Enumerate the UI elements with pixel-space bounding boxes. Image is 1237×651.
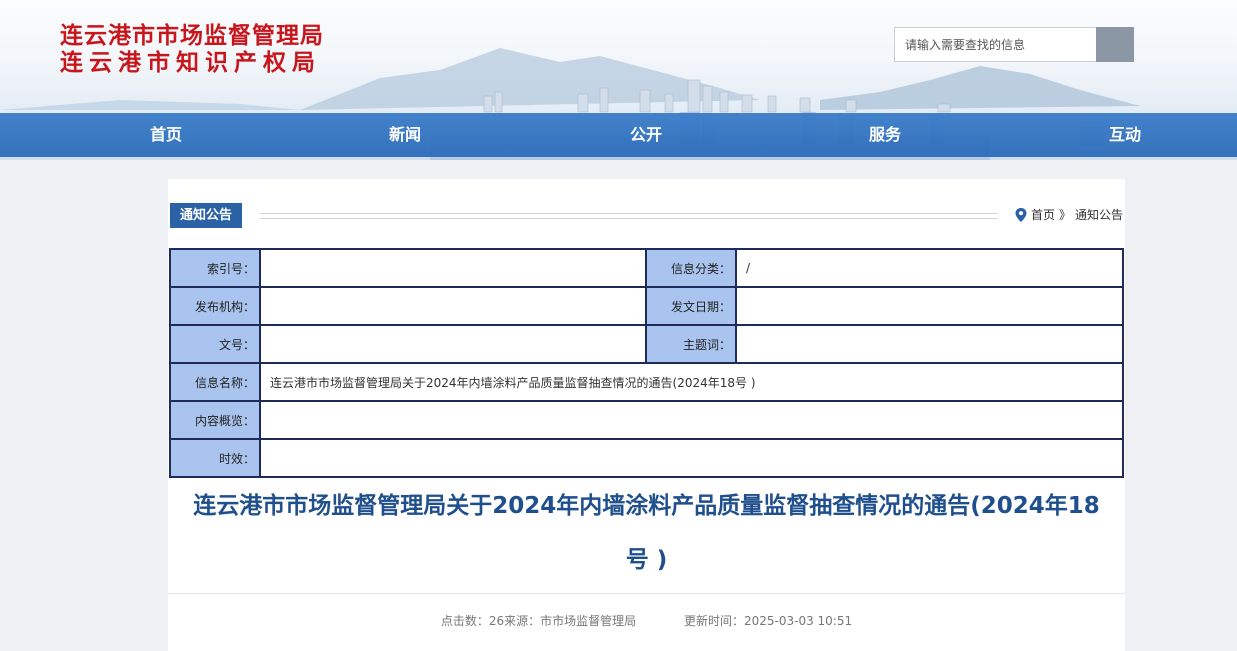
click-count: 点击数：26 <box>440 614 505 628</box>
search-input[interactable] <box>894 27 1096 62</box>
index-label: 索引号： <box>171 250 259 286</box>
article-source: 来源：市市场监督管理局 <box>504 614 637 628</box>
breadcrumb-current[interactable]: 通知公告 <box>1075 206 1123 223</box>
docno-value <box>261 326 645 362</box>
publisher-value <box>261 288 645 324</box>
info-metadata-table: 索引号： 信息分类： / 发布机构： 发文日期： 文号： 主题词： 信息名称： … <box>169 248 1124 478</box>
search-box <box>894 27 1134 62</box>
date-value <box>737 288 1122 324</box>
breadcrumb-separator: 》 <box>1058 208 1071 222</box>
nav-item-service[interactable]: 服务 <box>825 113 945 157</box>
index-value <box>261 250 645 286</box>
search-button[interactable] <box>1096 27 1134 62</box>
publisher-label: 发布机构： <box>171 288 259 324</box>
nav-item-open[interactable]: 公开 <box>586 113 706 157</box>
subject-value <box>737 326 1122 362</box>
category-label: 信息分类： <box>647 250 735 286</box>
site-title-line2: 连云港市知识产权局 <box>60 49 321 76</box>
article-title: 连云港市市场监督管理局关于2024年内墙涂料产品质量监督抽查情况的通告(2024… <box>182 488 1111 578</box>
title-divider <box>168 593 1125 594</box>
category-value: / <box>737 250 1122 286</box>
summary-value <box>261 402 1122 438</box>
date-label: 发文日期： <box>647 288 735 324</box>
update-time: 更新时间：2025-03-03 10:51 <box>683 614 853 628</box>
subject-label: 主题词： <box>647 326 735 362</box>
main-nav: 首页 新闻 公开 服务 互动 <box>0 113 1237 157</box>
info-name-label: 信息名称： <box>171 364 259 400</box>
column-heading: 通知公告 <box>170 203 243 228</box>
breadcrumb: 首页 》 通知公告 <box>1015 206 1123 223</box>
nav-item-news[interactable]: 新闻 <box>345 113 465 157</box>
column-divider <box>260 213 998 219</box>
nav-item-interaction[interactable]: 互动 <box>1065 113 1185 157</box>
validity-label: 时效： <box>171 440 259 476</box>
breadcrumb-home[interactable]: 首页 <box>1031 206 1055 223</box>
header-banner: 连云港市市场监督管理局 连云港市知识产权局 首页 新闻 公开 服务 互动 <box>0 0 1237 160</box>
info-name-value: 连云港市市场监督管理局关于2024年内墙涂料产品质量监督抽查情况的通告(2024… <box>261 364 1122 400</box>
article-title-line1: 连云港市市场监督管理局关于2024年内墙涂料产品质量监督抽查情况的通告(2024… <box>193 493 1100 519</box>
article-title-line2: 号 ) <box>625 547 668 573</box>
docno-label: 文号： <box>171 326 259 362</box>
site-title[interactable]: 连云港市市场监督管理局 连云港市知识产权局 <box>60 22 324 76</box>
nav-item-home[interactable]: 首页 <box>106 113 226 157</box>
summary-label: 内容概览： <box>171 402 259 438</box>
location-pin-icon <box>1015 207 1027 222</box>
site-title-line1: 连云港市市场监督管理局 <box>60 22 324 49</box>
article-info: 点击数：26来源：市市场监督管理局 更新时间：2025-03-03 10:51 <box>168 612 1125 629</box>
content-panel: 通知公告 首页 》 通知公告 索引号： 信息分类： / 发布机构： 发文日期： … <box>168 179 1125 651</box>
validity-value <box>261 440 1122 476</box>
